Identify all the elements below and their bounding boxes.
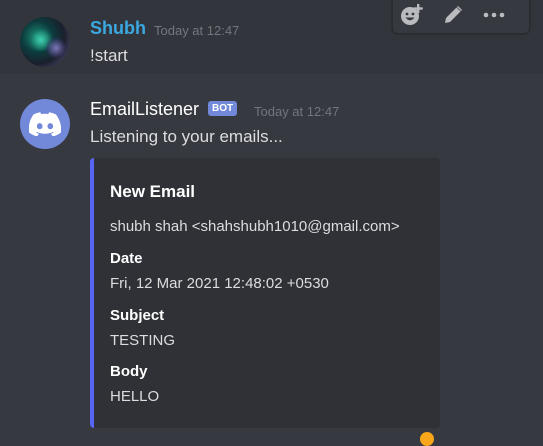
avatar-art-secondary (46, 37, 66, 59)
embed-description: shubh shah <shahshubh1010@gmail.com> (110, 218, 400, 235)
more-options-icon (483, 12, 505, 18)
next-message-avatar-partial (420, 432, 434, 446)
avatar[interactable] (20, 17, 70, 67)
embed-field-value-subject: TESTING (110, 332, 176, 349)
edit-button[interactable] (439, 1, 467, 29)
message-shubh[interactable]: Shubh Today at 12:47 !start (0, 0, 543, 74)
more-options-button[interactable] (480, 1, 508, 29)
timestamp: Today at 12:47 (254, 104, 340, 119)
embed-field-name-date: Date (110, 250, 143, 267)
embed-field-value-date: Fri, 12 Mar 2021 12:48:02 +0530 (110, 275, 329, 292)
discord-logo-icon (29, 112, 61, 136)
avatar[interactable] (20, 99, 70, 149)
bot-badge: BOT (208, 101, 238, 116)
embed-title: New Email (110, 182, 196, 201)
add-reaction-button[interactable] (398, 1, 426, 29)
message-toolbar (392, 0, 530, 34)
username[interactable]: EmailListener (90, 99, 199, 120)
timestamp: Today at 12:47 (154, 23, 240, 38)
embed-field-name-subject: Subject (110, 307, 165, 324)
username[interactable]: Shubh (90, 18, 146, 39)
message-content: Listening to your emails... (90, 127, 283, 146)
embed-field-value-body: HELLO (110, 388, 160, 405)
edit-icon (445, 6, 462, 23)
message-content: !start (90, 46, 128, 65)
email-embed: New Email shubh shah <shahshubh1010@gmai… (90, 158, 440, 428)
add-reaction-icon (401, 4, 423, 25)
embed-field-name-body: Body (110, 363, 148, 380)
